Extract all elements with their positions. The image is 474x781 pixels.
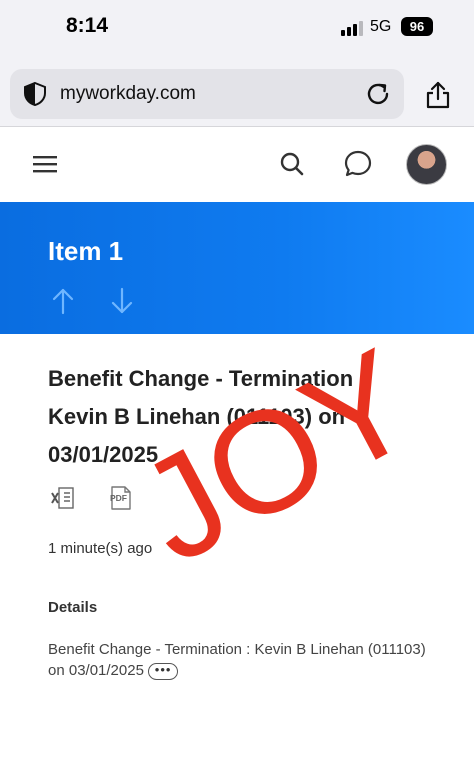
search-icon[interactable] [279, 151, 305, 177]
excel-export-icon[interactable] [50, 485, 76, 511]
network-type: 5G [370, 18, 392, 35]
item-heading: Benefit Change - Termination : Kevin B L… [48, 366, 367, 467]
item-banner: Item 1 [0, 202, 474, 334]
pdf-icon-label: PDF [110, 493, 127, 503]
url-text[interactable]: myworkday.com [60, 83, 196, 105]
browser-toolbar: myworkday.com [0, 56, 474, 127]
battery-icon: 96 [401, 17, 433, 36]
shield-icon[interactable] [22, 81, 48, 107]
details-body: Benefit Change - Termination : Kevin B L… [48, 641, 426, 679]
address-bar[interactable]: myworkday.com [10, 69, 404, 119]
page-title: Item 1 [48, 236, 124, 266]
arrow-down-icon[interactable] [108, 286, 136, 316]
timestamp: 1 minute(s) ago [48, 540, 153, 557]
signal-icon [341, 21, 363, 36]
more-button[interactable]: ••• [148, 662, 179, 680]
reload-icon[interactable] [364, 80, 392, 108]
details-label: Details [48, 599, 98, 616]
status-bar: 8:14 5G 96 [0, 0, 474, 56]
menu-icon[interactable] [33, 154, 57, 174]
share-icon[interactable] [424, 80, 452, 110]
arrow-up-icon[interactable] [49, 286, 77, 316]
pdf-export-icon[interactable]: PDF [108, 485, 134, 511]
chat-icon[interactable] [343, 149, 373, 179]
status-time: 8:14 [66, 14, 109, 37]
avatar[interactable] [406, 144, 447, 185]
app-header [0, 127, 474, 202]
details-text: Benefit Change - Termination : Kevin B L… [48, 639, 438, 681]
